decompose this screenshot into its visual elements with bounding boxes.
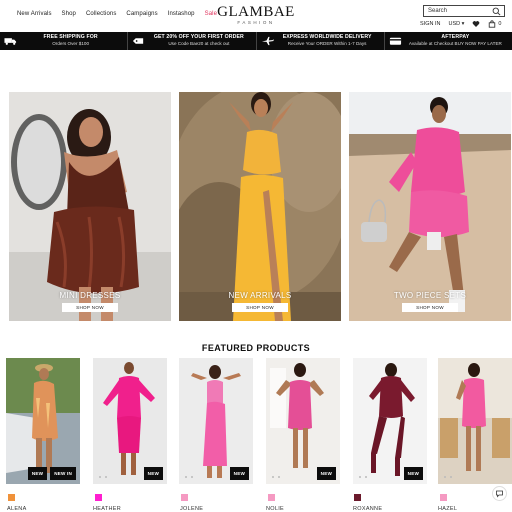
- heart-icon[interactable]: [472, 20, 480, 28]
- shop-now-button[interactable]: SHOP NOW: [402, 303, 458, 312]
- hero-photo-mini-dresses: [9, 92, 171, 321]
- new-badge: NEW: [143, 467, 163, 480]
- product-photo-alena: [6, 358, 80, 484]
- promo-title: AFTERPAY: [441, 34, 470, 40]
- currency-label: USD: [448, 21, 461, 27]
- search-icon[interactable]: [492, 7, 501, 16]
- chat-icon: [496, 490, 503, 498]
- badge-group: NEW: [143, 467, 163, 480]
- new-badge: NEW: [27, 467, 48, 480]
- promo-title: GET 20% OFF YOUR FIRST ORDER: [153, 34, 244, 40]
- hero-new-arrivals[interactable]: NEW ARRIVALS SHOP NOW: [179, 92, 341, 321]
- product-card-alena[interactable]: NEW NEW IN: [6, 358, 80, 484]
- hero-caption: NEW ARRIVALS: [228, 291, 292, 300]
- hero-caption: TWO PIECE SETS: [393, 291, 467, 300]
- hero-photo-two-piece-sets: [349, 92, 511, 321]
- new-badge: NEW: [229, 467, 249, 480]
- product-name[interactable]: NOLIE: [266, 506, 284, 512]
- badge-group: NEW: [316, 467, 336, 480]
- product-name[interactable]: ALENA: [7, 506, 27, 512]
- color-swatch[interactable]: [354, 494, 361, 501]
- product-name[interactable]: HAZEL: [438, 506, 457, 512]
- color-swatch[interactable]: [181, 494, 188, 501]
- promo-subtitle: Receive Your ORDER Within 1-7 Days: [287, 41, 367, 46]
- hero-mini-dresses[interactable]: MINI DRESSES SHOP NOW: [9, 92, 171, 321]
- color-swatch[interactable]: [8, 494, 15, 501]
- new-badge: NEW: [403, 467, 423, 480]
- sign-in-link[interactable]: SIGN IN: [420, 21, 440, 27]
- product-name[interactable]: ROXANNE: [353, 506, 382, 512]
- image-dots: [444, 476, 452, 478]
- product-photo-heather: [93, 358, 167, 484]
- promo-title: EXPRESS WORLDWIDE DELIVERY: [282, 34, 372, 40]
- bag-icon: [489, 20, 496, 28]
- chat-widget-button[interactable]: [492, 486, 507, 501]
- new-in-badge: NEW IN: [50, 467, 76, 480]
- site-header: New Arrivals Shop Collections Campaigns …: [0, 0, 512, 30]
- product-photo-jolene: [179, 358, 253, 484]
- currency-selector[interactable]: USD ▾: [448, 21, 464, 27]
- shop-now-button[interactable]: SHOP NOW: [62, 303, 118, 312]
- product-name[interactable]: JOLENE: [180, 506, 203, 512]
- product-name[interactable]: HEATHER: [93, 506, 121, 512]
- hero-two-piece-sets[interactable]: TWO PIECE SETS SHOP NOW: [349, 92, 511, 321]
- new-badge: NEW: [316, 467, 336, 480]
- badge-group: NEW NEW IN: [27, 467, 76, 480]
- badge-group: NEW: [229, 467, 249, 480]
- promo-express-delivery[interactable]: EXPRESS WORLDWIDE DELIVERY Receive Your …: [257, 32, 385, 50]
- promo-free-shipping[interactable]: FREE SHIPPING FOR Orders Over $100: [0, 32, 129, 50]
- color-swatch[interactable]: [268, 494, 275, 501]
- promo-subtitle: Available at Checkout BUY NOW PAY LATER: [408, 41, 502, 46]
- product-card-hazel[interactable]: [438, 358, 512, 484]
- chevron-down-icon: ▾: [461, 21, 465, 27]
- promo-bar: FREE SHIPPING FOR Orders Over $100 GET 2…: [0, 32, 512, 50]
- promo-title: FREE SHIPPING FOR: [43, 34, 98, 40]
- hero-photo-new-arrivals: [179, 92, 341, 321]
- product-photo-roxanne: [353, 358, 427, 484]
- product-photo-nolie: [266, 358, 340, 484]
- shop-now-button[interactable]: SHOP NOW: [232, 303, 288, 312]
- hero-caption: MINI DRESSES: [59, 291, 121, 300]
- image-dots: [359, 476, 367, 478]
- utility-bar: SIGN IN USD ▾ 0: [420, 20, 501, 28]
- search-placeholder: Search: [428, 8, 448, 14]
- image-dots: [272, 476, 280, 478]
- product-card-nolie[interactable]: NEW: [266, 358, 340, 484]
- color-swatch[interactable]: [440, 494, 447, 501]
- promo-first-order[interactable]: GET 20% OFF YOUR FIRST ORDER Use Code Ba…: [128, 32, 257, 50]
- product-card-jolene[interactable]: NEW: [179, 358, 253, 484]
- badge-group: NEW: [403, 467, 423, 480]
- product-card-roxanne[interactable]: NEW: [353, 358, 427, 484]
- cart-count: 0: [498, 21, 502, 27]
- cart-button[interactable]: 0: [488, 20, 501, 28]
- image-dots: [185, 476, 193, 478]
- product-card-heather[interactable]: NEW: [93, 358, 167, 484]
- featured-products-heading: FEATURED PRODUCTS: [201, 343, 311, 353]
- product-photo-hazel: [438, 358, 512, 484]
- color-swatch[interactable]: [95, 494, 102, 501]
- promo-afterpay[interactable]: AFTERPAY Available at Checkout BUY NOW P…: [385, 32, 512, 50]
- promo-subtitle: Orders Over $100: [52, 41, 90, 46]
- promo-subtitle: Use Code Bae20 at check out: [168, 41, 230, 46]
- image-dots: [99, 476, 107, 478]
- search-input[interactable]: Search: [423, 5, 505, 17]
